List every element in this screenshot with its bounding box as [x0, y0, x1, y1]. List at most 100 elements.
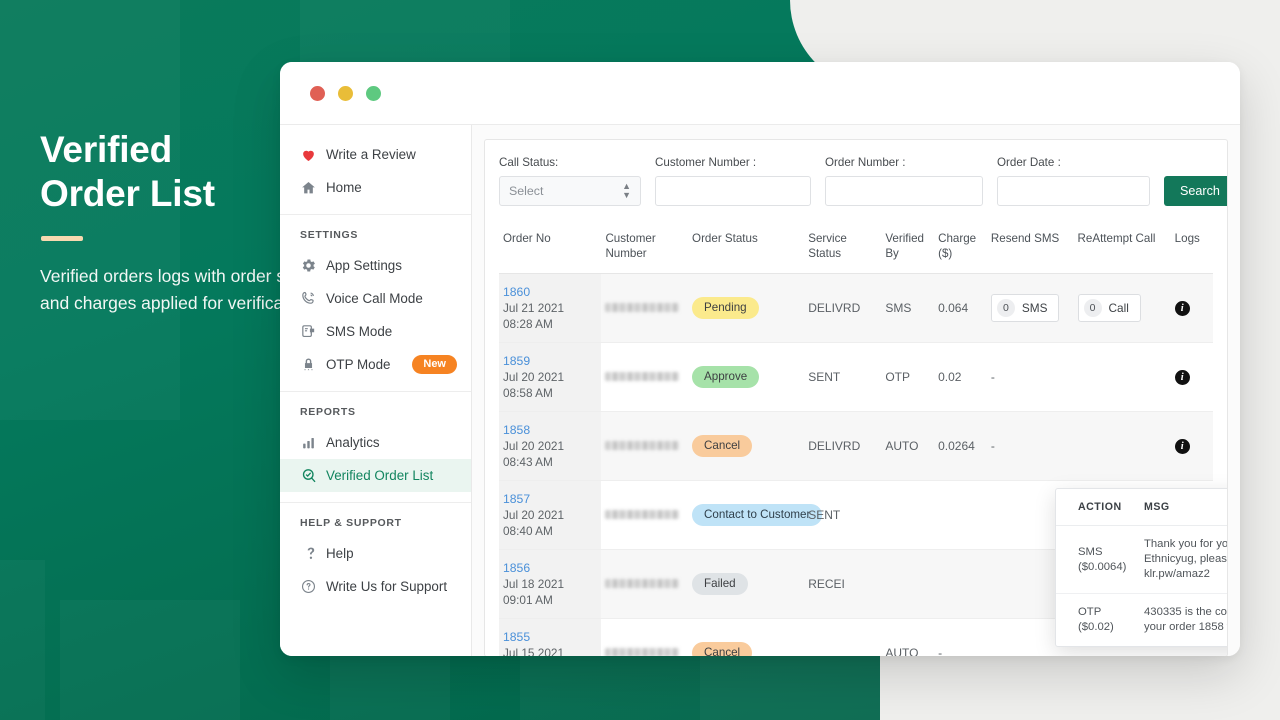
info-icon[interactable]: i — [1174, 301, 1190, 316]
cell-charge: 0.064 — [934, 273, 987, 343]
masked-number — [605, 303, 680, 312]
cell-service-status: DELIVRD — [804, 273, 882, 343]
order-time: 08:58 AM — [503, 386, 553, 400]
cell-verified-by: AUTO — [881, 411, 935, 481]
order-no-link[interactable]: 1856 — [503, 560, 597, 576]
verified-check-icon — [300, 467, 326, 485]
cell-customer-number — [601, 618, 689, 656]
masked-number — [605, 579, 680, 588]
filter-call-status: Call Status: Select ▲ ▼ — [499, 156, 641, 206]
th-service-status: Service Status — [804, 222, 882, 274]
th-order-no: Order No — [499, 222, 602, 274]
cell-order-status: Cancel — [688, 411, 805, 481]
cell-reattempt-call — [1073, 411, 1171, 481]
sidebar-item-label: Home — [326, 180, 362, 195]
log-action-name: SMS — [1078, 545, 1103, 558]
masked-number — [605, 372, 680, 381]
sidebar-item-label: OTP Mode — [326, 357, 391, 372]
sidebar-group-settings: SETTINGS App Settings Voice Call Mode SM… — [280, 214, 471, 391]
cell-resend-sms: - — [986, 342, 1074, 412]
filter-label: Call Status: — [499, 156, 559, 169]
th-verified-by: Verified By — [881, 222, 935, 274]
sidebar-item-home[interactable]: Home — [280, 171, 471, 204]
sidebar-group-label: HELP & SUPPORT — [300, 517, 402, 529]
order-no-link[interactable]: 1858 — [503, 422, 597, 438]
order-no-link[interactable]: 1857 — [503, 491, 597, 507]
order-no-link[interactable]: 1855 — [503, 629, 597, 645]
th-log-msg: MSG — [1144, 489, 1227, 526]
cell-log-action: OTP ($0.02) — [1056, 594, 1144, 647]
promo-shape — [60, 600, 240, 720]
minimize-dot-icon[interactable] — [338, 85, 353, 101]
customer-number-input[interactable] — [655, 176, 811, 206]
order-no-link[interactable]: 1859 — [503, 353, 597, 369]
cell-order-status: Cancel — [688, 618, 805, 656]
search-button[interactable]: Search — [1164, 176, 1227, 206]
info-icon[interactable]: i — [1174, 370, 1190, 385]
resend-sms-count: 0 — [996, 299, 1015, 317]
filter-label: Customer Number : — [655, 156, 757, 169]
sidebar-item-help[interactable]: Help — [280, 537, 471, 570]
gear-icon — [300, 257, 326, 274]
order-date: Jul 15 2021 — [503, 646, 565, 656]
info-icon[interactable]: i — [1174, 439, 1190, 454]
sidebar-group-label: SETTINGS — [300, 229, 359, 241]
order-date-input[interactable] — [997, 176, 1150, 206]
close-dot-icon[interactable] — [310, 85, 325, 101]
lock-icon — [300, 356, 326, 373]
cell-logs: i — [1170, 342, 1213, 412]
cell-order-no: 1855 Jul 15 2021 04:37 AM — [499, 618, 602, 656]
th-log-action: ACTION — [1056, 489, 1144, 526]
cell-order-no: 1860 Jul 21 2021 08:28 AM — [499, 273, 602, 343]
cell-verified-by: OTP — [881, 342, 935, 412]
reattempt-call-count: 0 — [1083, 299, 1102, 317]
log-action-name: OTP — [1078, 606, 1102, 618]
table-row[interactable]: 1860 Jul 21 2021 08:28 AM Pending DELIVR… — [499, 273, 1213, 343]
question-mark-icon — [300, 545, 326, 562]
sidebar-item-sms-mode[interactable]: SMS Mode — [280, 315, 471, 348]
masked-number — [605, 510, 680, 519]
log-action-cost: ($0.0064) — [1078, 560, 1127, 573]
order-no-link[interactable]: 1860 — [503, 284, 597, 300]
order-number-input[interactable] — [825, 176, 983, 206]
resend-sms-button[interactable]: 0 SMS — [990, 294, 1060, 322]
maximize-dot-icon[interactable] — [366, 85, 381, 101]
sidebar-item-otp-mode[interactable]: OTP Mode New — [280, 348, 471, 381]
sidebar-item-label: App Settings — [326, 258, 402, 273]
filter-label: Order Date : — [997, 156, 1061, 169]
app-window: Write a Review Home SETTINGS App Setting… — [280, 62, 1240, 656]
order-date: Jul 20 2021 — [503, 370, 565, 384]
table-header-row: Order No Customer Number Order Status Se… — [499, 222, 1213, 274]
filter-order-date: Order Date : — [997, 156, 1150, 206]
sidebar-item-verified-order-list[interactable]: Verified Order List — [280, 459, 471, 492]
call-status-select[interactable]: Select ▲ ▼ — [499, 176, 641, 206]
order-time: 09:01 AM — [503, 593, 553, 607]
sidebar-item-label: Write Us for Support — [326, 579, 448, 594]
sidebar-item-write-a-review[interactable]: Write a Review — [280, 138, 471, 171]
sidebar-item-voice-call-mode[interactable]: Voice Call Mode — [280, 282, 471, 315]
cell-service-status: DELIVRD — [804, 411, 882, 481]
resend-sms-label: SMS — [1021, 301, 1048, 315]
logs-popup-table: ACTION MSG STATUS SMS ($0.0064) — [1056, 489, 1227, 647]
cell-charge — [934, 480, 987, 550]
cell-reattempt-call — [1073, 342, 1171, 412]
cell-service-status: RECEI — [804, 549, 882, 619]
sidebar-item-analytics[interactable]: Analytics — [280, 426, 471, 459]
cell-customer-number — [601, 549, 689, 619]
status-badge: Cancel — [692, 642, 753, 656]
filter-label: Order Number : — [825, 156, 906, 169]
table-row[interactable]: 1858 Jul 20 2021 08:43 AM Cancel DELIVRD… — [499, 411, 1213, 481]
reattempt-call-button[interactable]: 0 Call — [1077, 294, 1141, 322]
sidebar-item-app-settings[interactable]: App Settings — [280, 249, 471, 282]
sidebar-group-label: REPORTS — [300, 406, 356, 418]
cell-service-status — [804, 618, 882, 656]
cell-charge: 0.0264 — [934, 411, 987, 481]
cell-reattempt-call: 0 Call — [1073, 273, 1171, 343]
logs-popup: ACTION MSG STATUS SMS ($0.0064) — [1055, 488, 1227, 647]
cell-service-status: SENT — [804, 342, 882, 412]
th-charge: Charge ($) — [934, 222, 987, 274]
cell-logs: i — [1170, 411, 1213, 481]
table-row[interactable]: 1859 Jul 20 2021 08:58 AM Approve SENT O… — [499, 342, 1213, 412]
cell-verified-by: AUTO — [881, 618, 935, 656]
sidebar-item-write-us-for-support[interactable]: Write Us for Support — [280, 570, 471, 603]
